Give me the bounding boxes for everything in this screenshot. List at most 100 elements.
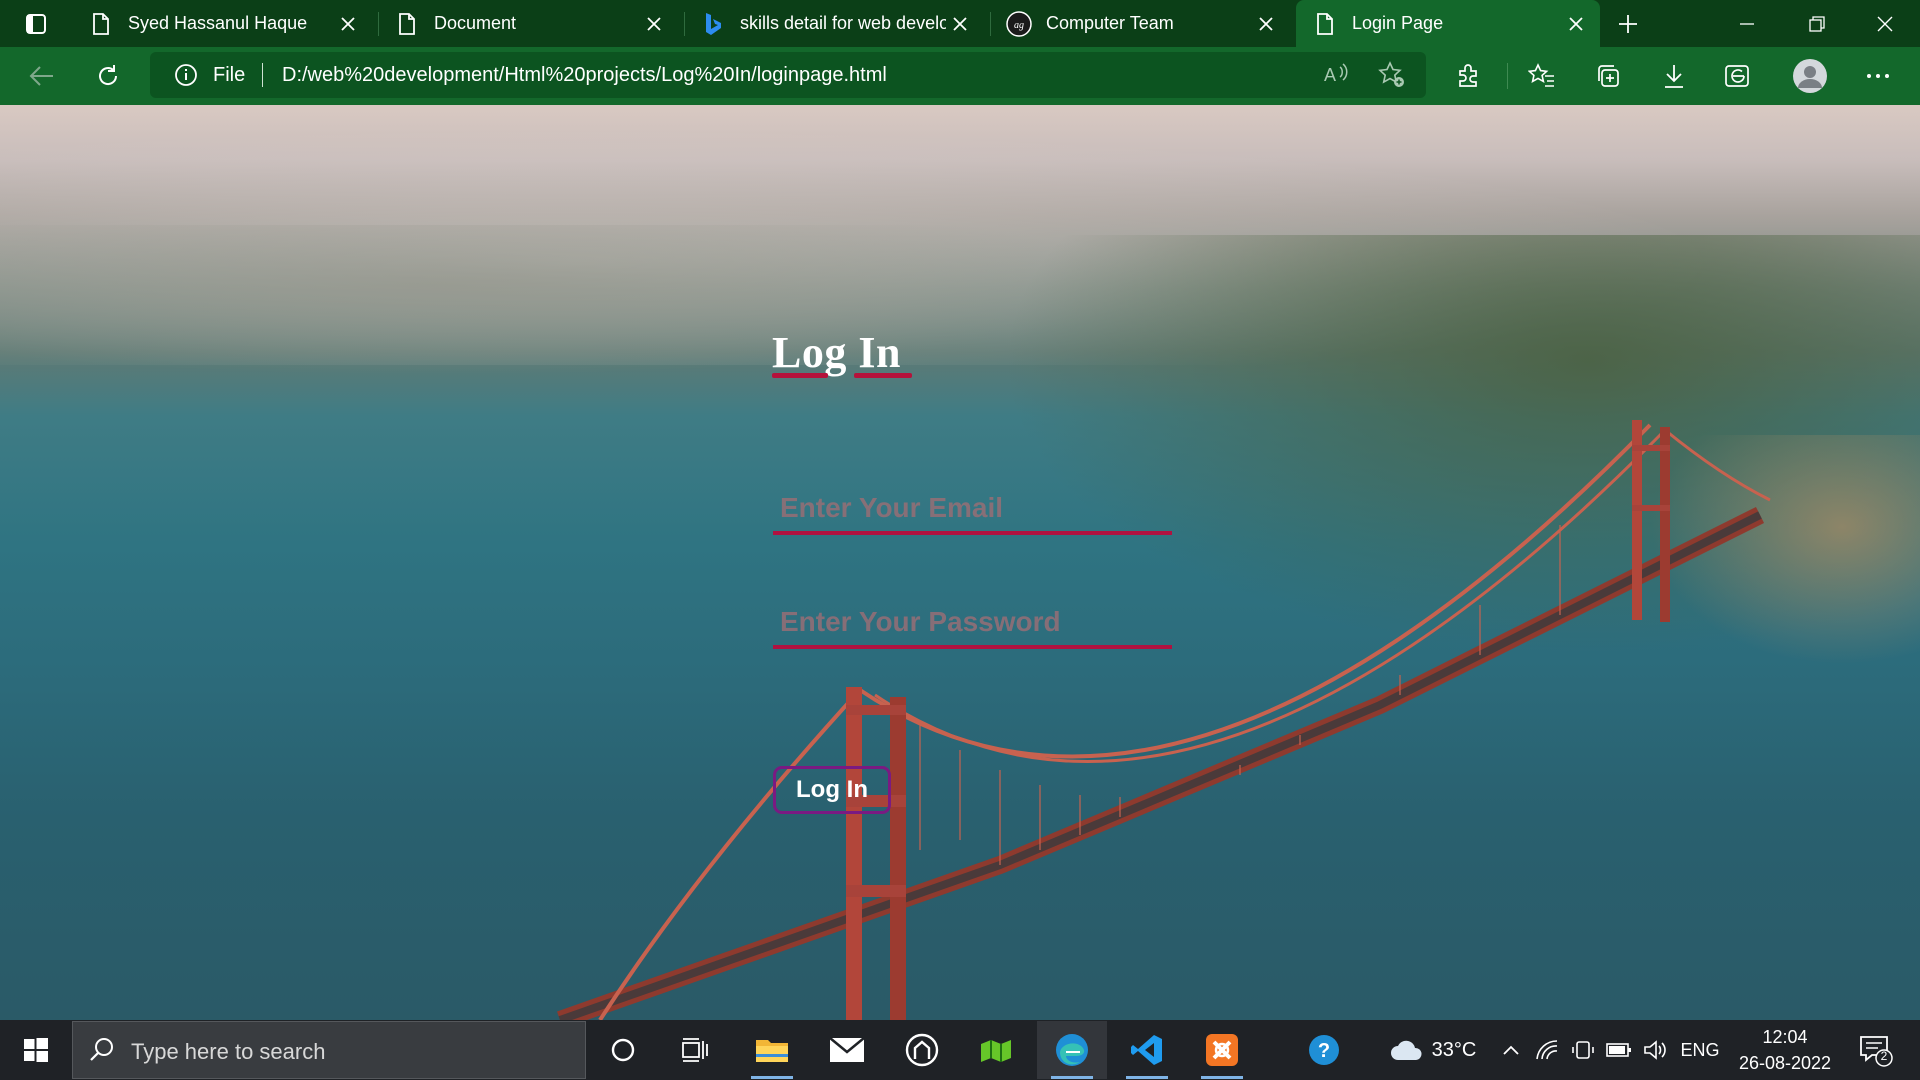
plus-icon — [1619, 15, 1637, 33]
login-page-viewport: Log In Log In — [0, 105, 1920, 1020]
edge-icon — [1056, 1034, 1088, 1066]
task-view-button[interactable] — [660, 1021, 730, 1079]
svg-text:?: ? — [1318, 1040, 1330, 1062]
back-button[interactable] — [22, 58, 62, 94]
volume-button[interactable] — [1638, 1020, 1672, 1080]
clock-time: 12:04 — [1762, 1027, 1808, 1047]
language-label: ENG — [1680, 1039, 1720, 1060]
email-field[interactable] — [773, 485, 1172, 535]
tab-document[interactable]: Document — [378, 0, 678, 47]
url-text[interactable]: D:/web%20development/Html%20projects/Log… — [282, 64, 887, 87]
device-icon — [1572, 1041, 1594, 1059]
tab-strip: Syed Hassanul Haque Document skills deta… — [0, 0, 1920, 47]
page-icon — [1312, 11, 1338, 37]
background-bridge — [557, 420, 1771, 1020]
avatar — [1793, 59, 1827, 93]
edge-icon — [1725, 65, 1749, 87]
title-underline — [772, 373, 912, 379]
cloud-icon — [1390, 1040, 1422, 1060]
minimize-icon — [1740, 22, 1754, 25]
battery-icon — [1606, 1043, 1631, 1057]
github-desktop-button[interactable] — [887, 1021, 957, 1079]
notification-count: 2 — [1880, 1049, 1888, 1063]
tab-syed-hassanul-haque[interactable]: Syed Hassanul Haque — [72, 0, 372, 47]
vscode-button[interactable] — [1112, 1021, 1182, 1079]
bing-icon — [700, 11, 726, 37]
show-hidden-icons-button[interactable] — [1496, 1020, 1526, 1080]
weather-widget[interactable]: 33°C — [1378, 1020, 1488, 1080]
chevron-up-icon — [1503, 1045, 1519, 1055]
tab-title: Login Page — [1352, 13, 1444, 33]
extensions-button[interactable] — [1448, 58, 1488, 94]
info-icon[interactable] — [174, 63, 198, 92]
folder-icon — [756, 1040, 788, 1062]
toolbar-divider — [1507, 63, 1508, 89]
collections-icon — [1598, 65, 1619, 87]
restore-button[interactable] — [1782, 0, 1852, 47]
refresh-button[interactable] — [88, 58, 128, 94]
file-explorer-button[interactable] — [737, 1021, 807, 1079]
clock[interactable]: 12:04 26-08-2022 — [1730, 1024, 1840, 1076]
add-favorite-icon[interactable] — [1378, 61, 1406, 94]
close-icon[interactable] — [946, 10, 974, 38]
puzzle-icon — [1459, 64, 1477, 87]
notifications-button[interactable]: 2 — [1858, 1032, 1894, 1068]
browser-toolbar: File D:/web%20development/Html%20project… — [0, 47, 1920, 105]
password-field[interactable] — [773, 599, 1172, 649]
download-icon — [1665, 65, 1683, 88]
settings-more-button[interactable] — [1858, 58, 1898, 94]
profile-button[interactable] — [1788, 55, 1832, 97]
language-button[interactable]: ENG — [1676, 1020, 1724, 1080]
help-icon: ? — [1309, 1035, 1339, 1065]
back-arrow-icon — [29, 66, 53, 86]
device-button[interactable] — [1566, 1020, 1600, 1080]
url-scheme-label: File — [213, 64, 246, 86]
taskbar-search-box[interactable]: Type here to search — [72, 1021, 586, 1079]
page-title: Log In — [772, 328, 901, 377]
tab-title: Computer Team — [1046, 13, 1174, 33]
minecraft-button[interactable] — [962, 1021, 1032, 1079]
favorites-button[interactable] — [1522, 58, 1562, 94]
svg-text:ag: ag — [1014, 20, 1024, 31]
mail-button[interactable] — [812, 1021, 882, 1079]
minimize-button[interactable] — [1712, 0, 1782, 47]
close-icon[interactable] — [640, 10, 668, 38]
close-window-button[interactable] — [1850, 0, 1920, 47]
tab-skills-detail[interactable]: skills detail for web develo — [684, 0, 984, 47]
edge-browser-button[interactable] — [1037, 1021, 1107, 1079]
weather-temperature: 33°C — [1431, 1038, 1477, 1061]
network-button[interactable] — [1530, 1020, 1564, 1080]
downloads-button[interactable] — [1654, 58, 1694, 94]
svg-text:A: A — [1324, 65, 1336, 85]
ag-logo-icon: ag — [1006, 10, 1032, 37]
tab-actions-button[interactable] — [14, 8, 58, 40]
address-divider — [262, 63, 263, 87]
login-button[interactable]: Log In — [773, 766, 891, 814]
speaker-icon — [1644, 1040, 1666, 1060]
tab-title: Document — [434, 13, 517, 33]
close-icon — [1877, 16, 1893, 31]
cortana-button[interactable] — [588, 1021, 658, 1079]
xampp-icon — [1206, 1034, 1238, 1066]
close-icon[interactable] — [1562, 10, 1590, 38]
help-button[interactable]: ? — [1302, 1020, 1346, 1080]
battery-button[interactable] — [1602, 1020, 1636, 1080]
page-icon — [88, 11, 114, 37]
address-bar[interactable]: File D:/web%20development/Html%20project… — [150, 52, 1426, 98]
cortana-icon — [611, 1038, 635, 1062]
close-icon[interactable] — [334, 10, 362, 38]
wifi-icon — [1536, 1040, 1558, 1060]
start-button[interactable] — [10, 1028, 62, 1072]
read-aloud-icon[interactable]: A — [1322, 61, 1350, 92]
collections-button[interactable] — [1588, 58, 1628, 94]
github-icon — [905, 1033, 939, 1067]
windows-taskbar: Type here to search ? 33°C ENG 12:04 26-… — [0, 1020, 1920, 1080]
close-icon[interactable] — [1252, 10, 1280, 38]
page-icon — [394, 11, 420, 37]
tab-computer-team[interactable]: ag Computer Team — [990, 0, 1290, 47]
xampp-button[interactable] — [1187, 1021, 1257, 1079]
edge-bar-button[interactable] — [1718, 58, 1758, 94]
tab-login-page[interactable]: Login Page — [1296, 0, 1600, 47]
new-tab-button[interactable] — [1610, 6, 1646, 42]
restore-icon — [1809, 15, 1825, 32]
